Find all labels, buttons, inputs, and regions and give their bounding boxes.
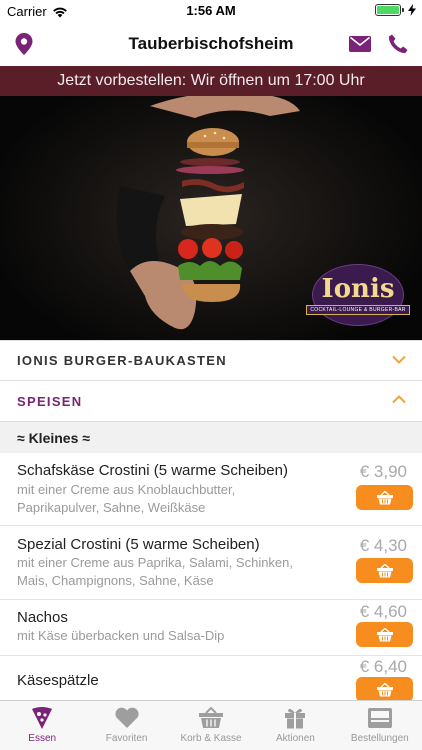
chevron-down-icon: [392, 355, 406, 364]
tab-aktionen[interactable]: Aktionen: [253, 701, 337, 750]
logo-tagline: COCKTAIL-LOUNGE & BURGER-BAR: [306, 304, 410, 315]
menu-item[interactable]: Nachos mit Käse überbacken und Salsa-Dip…: [0, 600, 422, 656]
envelope-icon: [349, 36, 371, 52]
charging-bolt-icon: [408, 4, 416, 16]
status-time: 1:56 AM: [186, 3, 236, 18]
tab-label: Korb & Kasse: [180, 733, 242, 744]
basket-icon: [376, 490, 393, 504]
menu-item[interactable]: Käsespätzle € 6,40: [0, 656, 422, 702]
tab-label: Bestellungen: [350, 733, 409, 744]
add-to-cart-button[interactable]: [356, 677, 413, 702]
page-title: Tauberbischofsheim: [128, 34, 294, 53]
logo-name: Ionis: [321, 273, 395, 304]
tab-bestellungen[interactable]: Bestellungen: [338, 701, 422, 750]
phone-icon: [388, 34, 408, 54]
item-name: Spezial Crostini (5 warme Scheiben): [17, 536, 260, 553]
email-button[interactable]: [347, 32, 373, 56]
location-pin-icon: [15, 33, 33, 55]
basket-icon: [197, 705, 225, 731]
item-description-line1: mit Käse überbacken und Salsa-Dip: [17, 628, 225, 643]
chevron-up-icon: [392, 395, 406, 404]
orders-tray-icon: [366, 705, 394, 731]
pizza-slice-icon: [28, 705, 56, 731]
item-price: € 4,30: [359, 536, 407, 555]
navigation-bar: Tauberbischofsheim: [0, 22, 422, 66]
item-name: Schafskäse Crostini (5 warme Scheiben): [17, 462, 288, 479]
item-price: € 4,60: [359, 602, 407, 621]
add-to-cart-button[interactable]: [356, 622, 413, 647]
section-header-kleines: ≈ Kleines ≈: [0, 422, 422, 453]
tab-label: Aktionen: [275, 733, 315, 744]
basket-icon: [376, 682, 393, 696]
phone-button[interactable]: [386, 32, 410, 56]
hero-image: Jetzt vorbestellen: Wir öffnen um 17:00 …: [0, 66, 422, 340]
opening-banner: Jetzt vorbestellen: Wir öffnen um 17:00 …: [0, 66, 422, 96]
item-price: € 6,40: [359, 657, 407, 676]
heart-icon: [113, 705, 141, 731]
item-price: € 3,90: [359, 462, 407, 481]
accordion-title: SPEISEN: [17, 393, 83, 409]
battery-icon: [375, 4, 404, 16]
accordion-speisen[interactable]: SPEISEN: [0, 381, 422, 422]
item-description-line2: Mais, Champignons, Sahne, Käse: [17, 573, 214, 588]
item-description-line2: Paprikapulver, Sahne, Weißkäse: [17, 500, 206, 515]
tab-essen[interactable]: Essen: [0, 701, 84, 750]
tab-favoriten[interactable]: Favoriten: [84, 701, 168, 750]
location-button[interactable]: [12, 32, 36, 56]
gift-icon: [281, 705, 309, 731]
menu-item[interactable]: Schafskäse Crostini (5 warme Scheiben) m…: [0, 453, 422, 526]
status-bar: Carrier 1:56 AM: [0, 0, 422, 22]
tab-label: Favoriten: [105, 733, 148, 744]
add-to-cart-button[interactable]: [356, 558, 413, 583]
tab-label: Essen: [28, 733, 57, 744]
menu-item[interactable]: Spezial Crostini (5 warme Scheiben) mit …: [0, 526, 422, 600]
tab-bar: Essen Favoriten Korb & Kasse Aktionen Be…: [0, 700, 422, 750]
tab-korb-kasse[interactable]: Korb & Kasse: [169, 701, 253, 750]
status-right: [375, 4, 416, 16]
ionis-logo: Ionis COCKTAIL-LOUNGE & BURGER-BAR: [306, 264, 410, 326]
item-description-line1: mit einer Creme aus Knoblauchbutter,: [17, 482, 236, 497]
basket-icon: [376, 563, 393, 577]
basket-icon: [376, 627, 393, 641]
accordion-title: IONIS BURGER-BAUKASTEN: [17, 353, 227, 368]
add-to-cart-button[interactable]: [356, 485, 413, 510]
item-description-line1: mit einer Creme aus Paprika, Salami, Sch…: [17, 555, 294, 570]
item-name: Nachos: [17, 609, 68, 626]
accordion-burger-baukasten[interactable]: IONIS BURGER-BAUKASTEN: [0, 340, 422, 381]
item-name: Käsespätzle: [17, 672, 99, 689]
